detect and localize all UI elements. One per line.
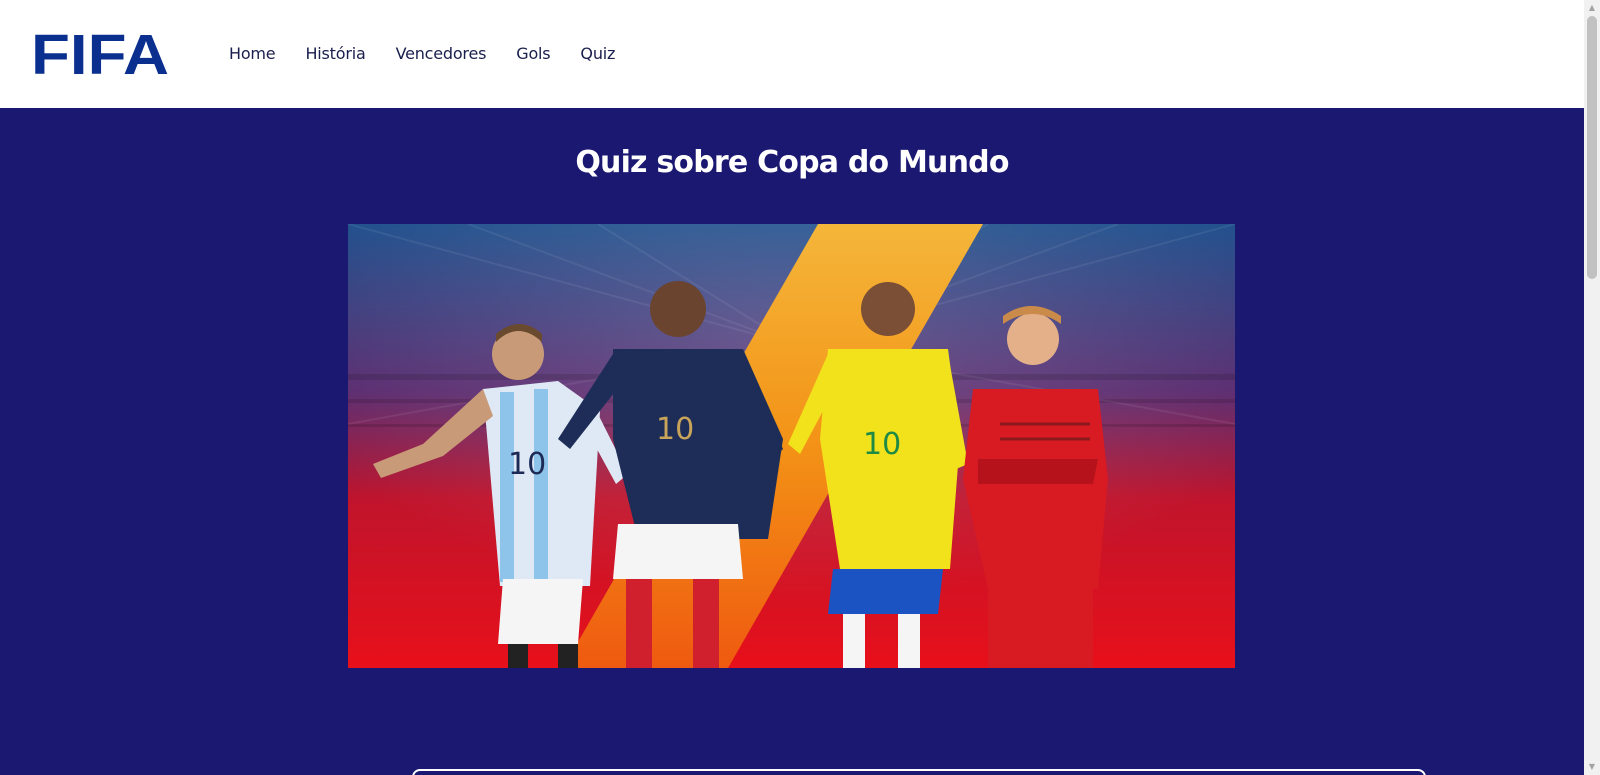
main-content: Quiz sobre Copa do Mundo 10 10 10 [0, 108, 1584, 775]
arrow-down-icon[interactable]: ▼ [1584, 759, 1600, 775]
jersey-number-3: 10 [863, 427, 901, 462]
main-nav: Home História Vencedores Gols Quiz [229, 44, 615, 63]
jersey-number-1: 10 [508, 447, 546, 482]
nav-home[interactable]: Home [229, 44, 276, 63]
fifa-logo[interactable]: FIFA [31, 23, 170, 87]
scrollbar-thumb[interactable] [1587, 16, 1597, 279]
scrollbar[interactable]: ▲ ▼ [1584, 0, 1600, 775]
jersey-number-2: 10 [656, 412, 694, 447]
logo-text: FIFA [31, 25, 169, 81]
nav-historia[interactable]: História [305, 44, 365, 63]
page-title: Quiz sobre Copa do Mundo [575, 145, 1009, 180]
quiz-card [412, 769, 1426, 775]
arrow-up-icon[interactable]: ▲ [1584, 0, 1600, 16]
nav-quiz[interactable]: Quiz [580, 44, 615, 63]
site-header: FIFA Home História Vencedores Gols Quiz [0, 0, 1584, 108]
hero-image: 10 10 10 [348, 224, 1235, 668]
nav-gols[interactable]: Gols [516, 44, 550, 63]
nav-vencedores[interactable]: Vencedores [396, 44, 487, 63]
